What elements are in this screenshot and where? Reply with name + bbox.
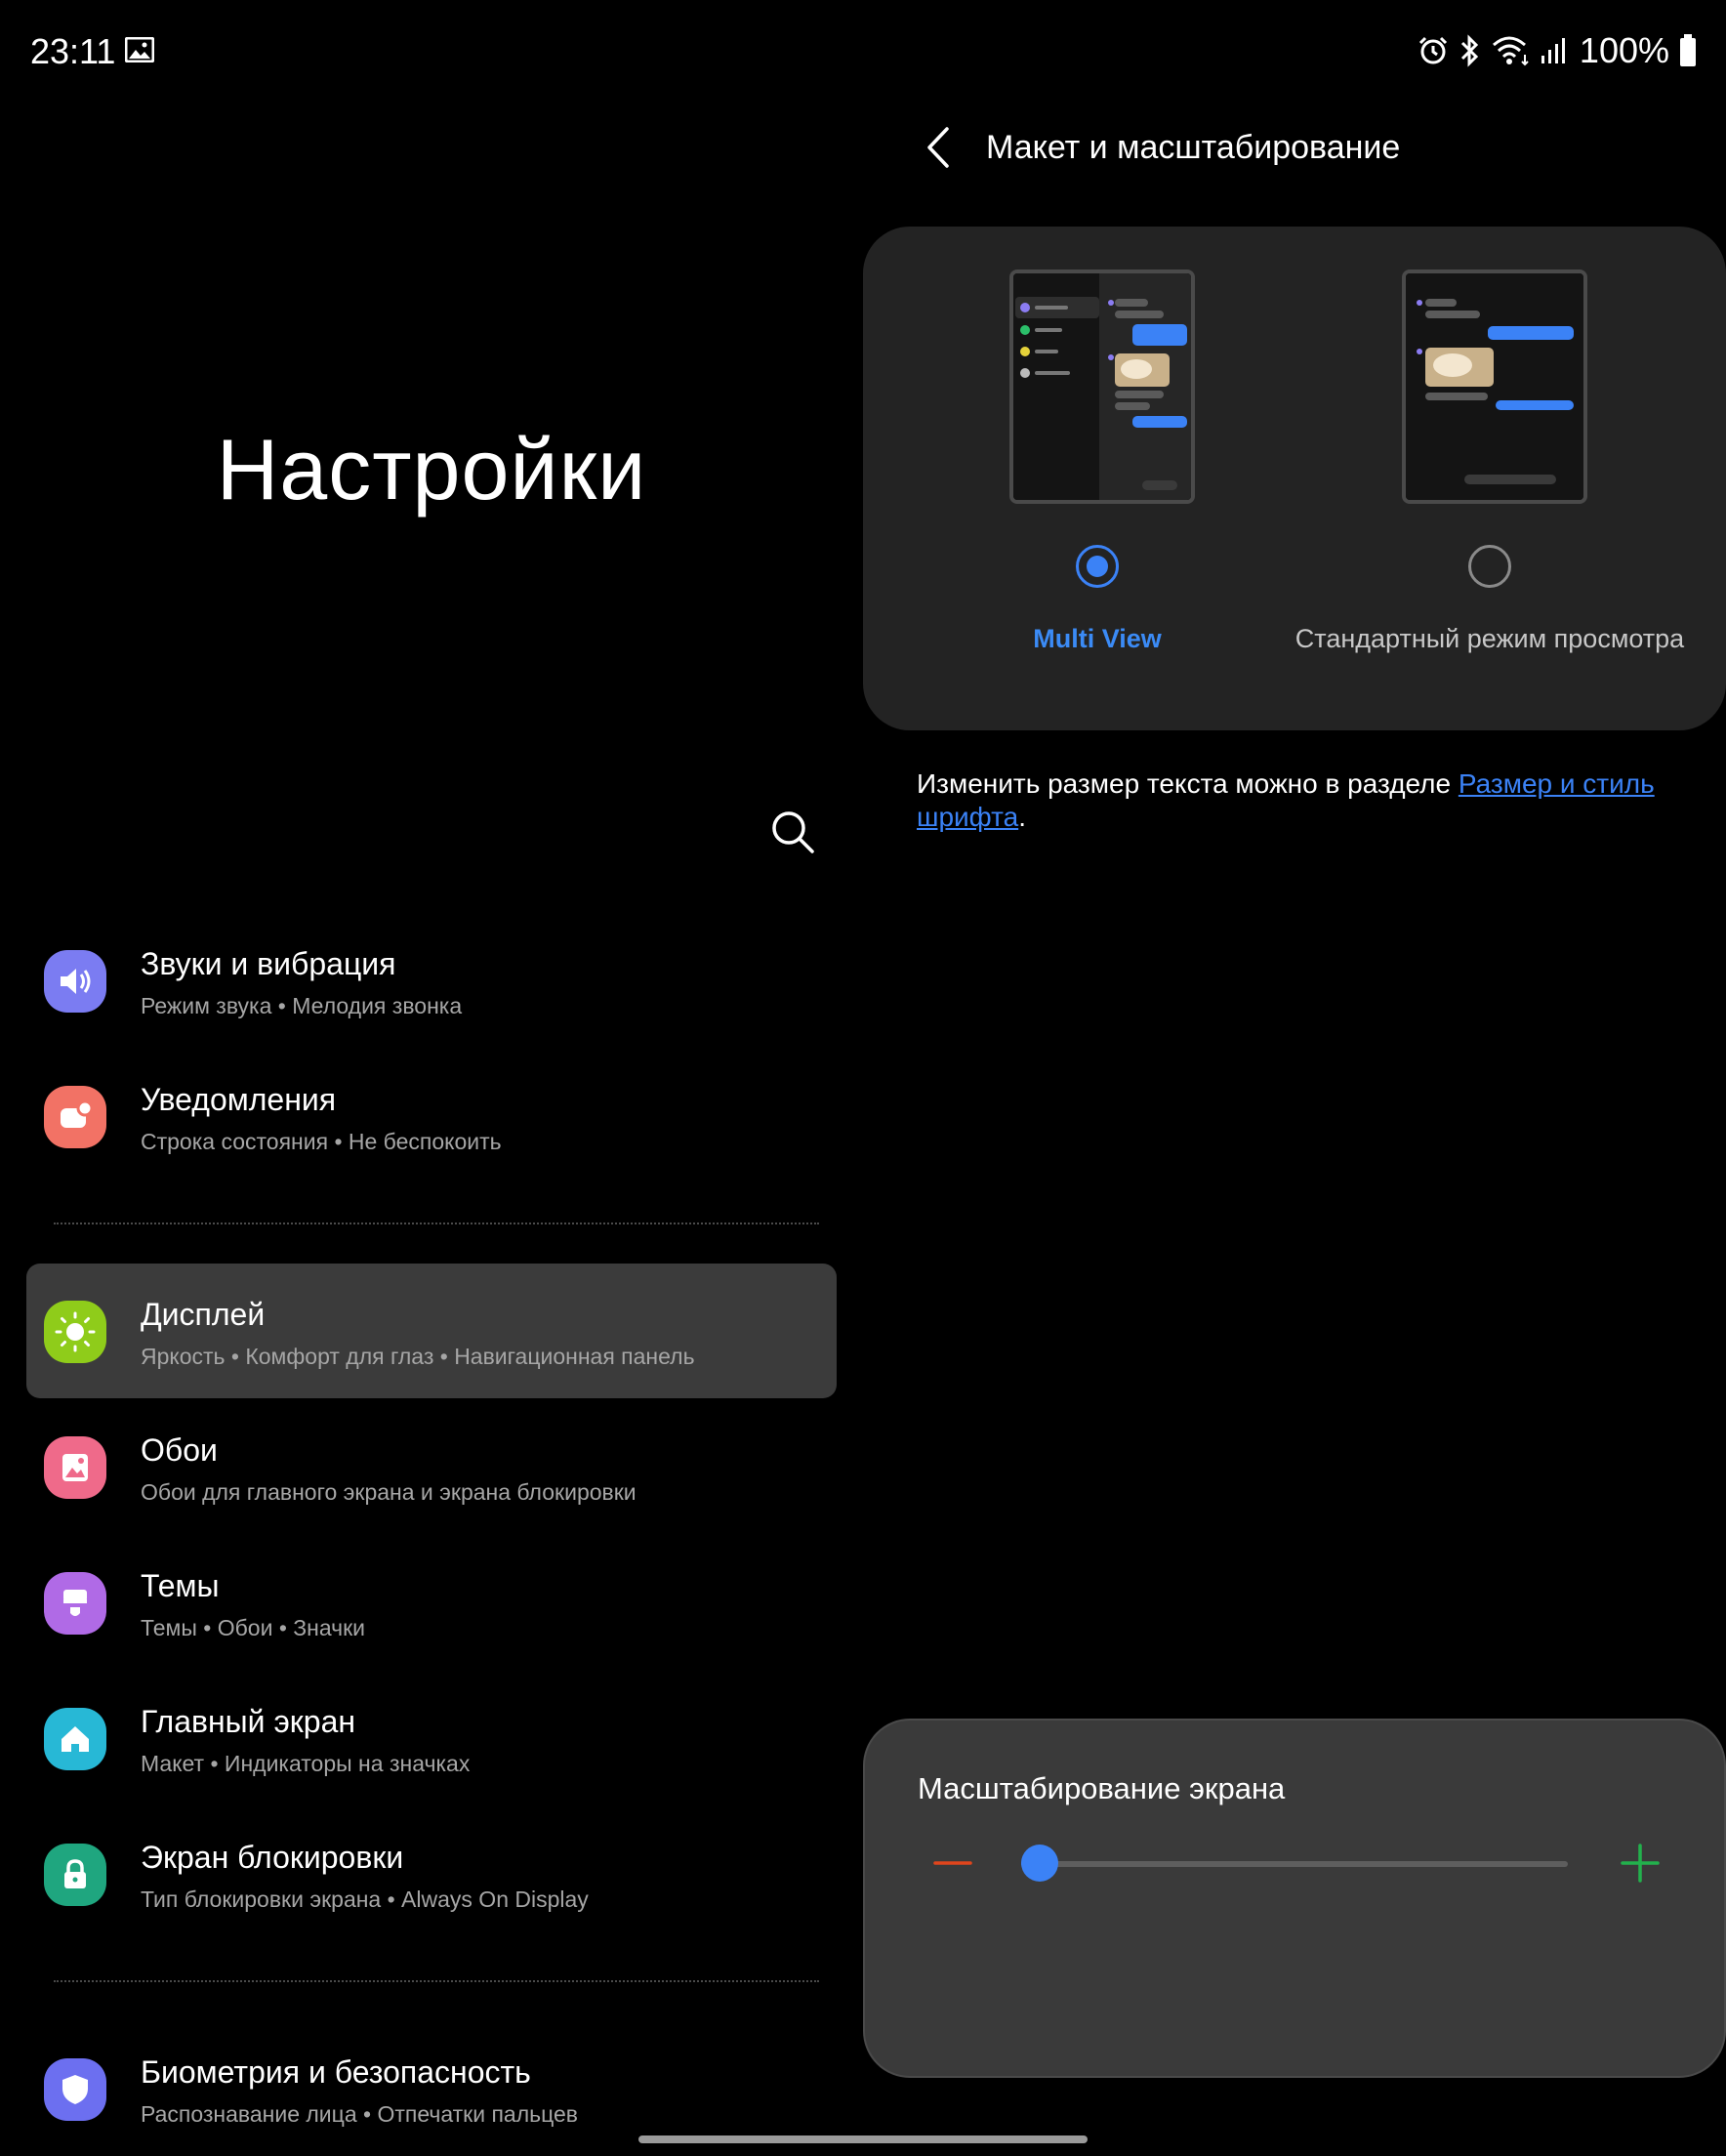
menu-item-subtitle: Строка состояния • Не беспокоить	[141, 1129, 502, 1154]
standard-view-preview	[1402, 270, 1587, 504]
menu-item-subtitle: Режим звука • Мелодия звонка	[141, 993, 463, 1018]
zoom-title: Масштабирование экрана	[918, 1771, 1286, 1805]
option-multi-view[interactable]: Multi View	[883, 227, 1273, 730]
menu-item-title: Дисплей	[141, 1297, 266, 1332]
menu-item-subtitle: Обои для главного экрана и экрана блокир…	[141, 1479, 637, 1505]
menu-item-display[interactable]: Дисплей Яркость • Комфорт для глаз • Нав…	[26, 1264, 837, 1398]
back-arrow-icon[interactable]	[920, 123, 959, 172]
menu-item-sounds[interactable]: Звуки и вибрация Режим звука • Мелодия з…	[26, 913, 837, 1048]
menu-item-wallpaper[interactable]: Обои Обои для главного экрана и экрана б…	[26, 1399, 837, 1534]
menu-item-notifications[interactable]: Уведомления Строка состояния • Не беспок…	[26, 1049, 837, 1183]
zoom-slider[interactable]	[1021, 1845, 1568, 1882]
radio-multi-view[interactable]	[1076, 545, 1119, 588]
search-icon[interactable]	[767, 807, 818, 857]
page-title: Настройки	[216, 421, 647, 518]
hint-suffix: .	[1018, 802, 1026, 832]
menu-item-lock-screen[interactable]: Экран блокировки Тип блокировки экрана •…	[26, 1806, 837, 1941]
menu-item-subtitle: Яркость • Комфорт для глаз • Навигационн…	[141, 1344, 695, 1369]
menu-item-title: Главный экран	[141, 1704, 356, 1739]
multi-view-preview	[1009, 270, 1195, 504]
menu-item-title: Звуки и вибрация	[141, 946, 396, 981]
menu-item-title: Обои	[141, 1432, 218, 1468]
menu-item-themes[interactable]: Темы Темы • Обои • Значки	[26, 1535, 837, 1670]
image-icon	[44, 1436, 106, 1499]
detail-pane: Макет и масштабирование Multi View Станд…	[863, 0, 1726, 2156]
minus-icon[interactable]	[933, 1844, 972, 1883]
view-mode-card: Multi View Стандартный режим просмотра	[863, 227, 1726, 730]
menu-item-title: Биометрия и безопасность	[141, 2054, 531, 2090]
option-label: Стандартный режим просмотра	[1294, 624, 1685, 653]
option-standard-view[interactable]: Стандартный режим просмотра	[1275, 227, 1684, 730]
shield-icon	[44, 2058, 106, 2121]
sun-icon	[44, 1301, 106, 1363]
menu-item-title: Экран блокировки	[141, 1840, 404, 1875]
detail-title: Макет и масштабирование	[986, 129, 1401, 166]
menu-item-subtitle: Макет • Индикаторы на значках	[141, 1751, 471, 1776]
speaker-icon	[44, 950, 106, 1013]
section-divider	[54, 1980, 819, 1982]
notification-icon	[44, 1086, 106, 1148]
hint-text: Изменить размер текста можно в разделе	[917, 768, 1459, 799]
menu-item-title: Уведомления	[141, 1082, 337, 1117]
home-icon	[44, 1708, 106, 1770]
lock-icon	[44, 1844, 106, 1906]
menu-item-subtitle: Темы • Обои • Значки	[141, 1615, 366, 1640]
screen-zoom-card: Масштабирование экрана	[863, 1719, 1726, 2078]
navigation-handle[interactable]	[638, 2135, 1088, 2143]
menu-item-title: Темы	[141, 1568, 220, 1603]
radio-standard-view[interactable]	[1468, 545, 1511, 588]
option-label: Multi View	[1033, 624, 1162, 653]
menu-item-subtitle: Распознавание лица • Отпечатки пальцев	[141, 2101, 579, 2127]
zoom-slider-thumb[interactable]	[1021, 1845, 1058, 1882]
brush-icon	[44, 1572, 106, 1635]
menu-item-subtitle: Тип блокировки экрана • Always On Displa…	[141, 1886, 589, 1912]
section-divider	[54, 1223, 819, 1224]
menu-item-home-screen[interactable]: Главный экран Макет • Индикаторы на знач…	[26, 1671, 837, 1805]
plus-icon[interactable]	[1621, 1844, 1660, 1883]
font-size-hint: Изменить размер текста можно в разделе Р…	[917, 767, 1678, 834]
settings-pane: Настройки Звуки и вибрация Режим звука •…	[0, 0, 863, 2156]
